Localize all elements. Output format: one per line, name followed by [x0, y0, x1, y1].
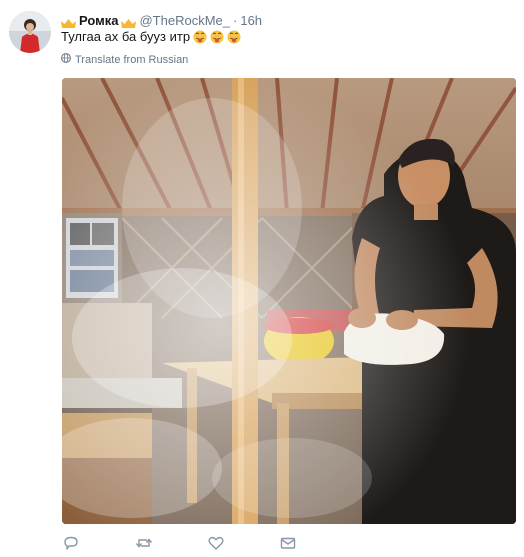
crown-emoji-icon	[61, 16, 76, 28]
tweet-card[interactable]: Ромка @TheRockMe_ · 16h Тулгаа ах ба буу…	[0, 0, 524, 557]
avatar[interactable]	[9, 11, 51, 53]
globe-icon	[61, 53, 71, 66]
tweet-timestamp[interactable]: 16h	[240, 13, 262, 28]
tweet-actions	[62, 534, 362, 554]
heart-icon[interactable]	[207, 534, 225, 552]
tongue-out-face-icon	[227, 30, 241, 44]
tweet-photo[interactable]	[62, 78, 516, 524]
tweet-text: Тулгаа ах ба бууз итр	[61, 29, 191, 44]
tongue-out-face-icon	[193, 30, 207, 44]
envelope-icon[interactable]	[279, 534, 297, 552]
tweet-header: Ромка @TheRockMe_ · 16h	[61, 11, 262, 29]
separator-dot: ·	[233, 12, 238, 28]
crown-emoji-icon	[121, 16, 137, 28]
user-handle[interactable]: @TheRockMe_	[139, 13, 230, 28]
translate-label[interactable]: Translate from Russian	[75, 54, 188, 66]
translate-link[interactable]: Translate from Russian	[61, 53, 188, 66]
tweet-text-row: Тулгаа ах ба бууз итр	[61, 29, 241, 44]
display-name[interactable]: Ромка	[79, 13, 118, 28]
reply-icon[interactable]	[62, 534, 80, 552]
retweet-icon[interactable]	[135, 534, 153, 552]
tongue-out-face-icon	[210, 30, 224, 44]
